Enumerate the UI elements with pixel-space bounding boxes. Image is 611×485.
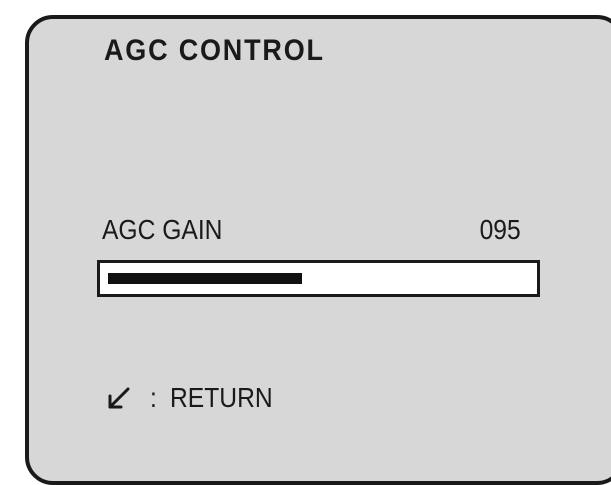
menu-title: AGC CONTROL — [104, 34, 325, 67]
agc-gain-slider-fill — [108, 273, 302, 284]
return-option[interactable]: : RETURN — [104, 378, 286, 418]
agc-gain-value: 095 — [479, 214, 521, 245]
return-label: RETURN — [169, 382, 273, 413]
agc-gain-slider[interactable] — [97, 260, 540, 297]
agc-gain-label: AGC GAIN — [102, 214, 223, 245]
return-separator: : — [150, 382, 157, 413]
enter-arrow-icon — [108, 387, 130, 409]
